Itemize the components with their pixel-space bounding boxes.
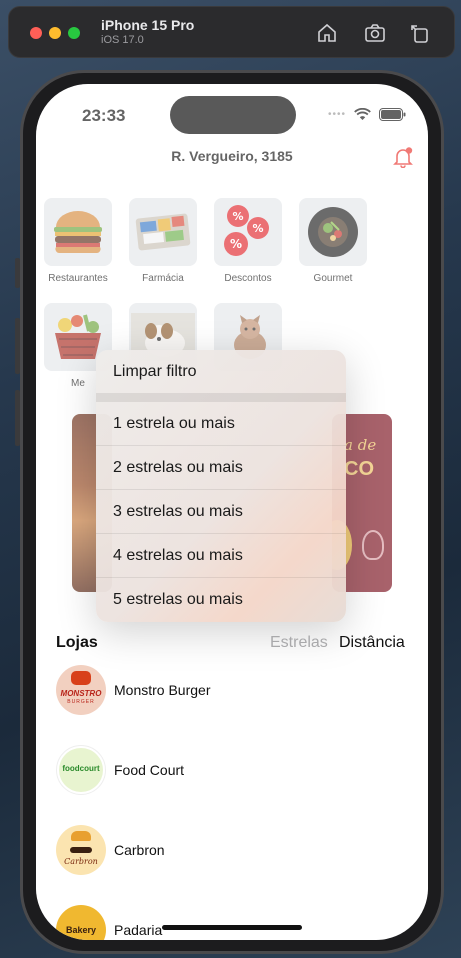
volume-up-button (15, 318, 20, 374)
home-indicator[interactable] (162, 925, 302, 930)
rotate-icon[interactable] (408, 21, 432, 45)
store-logo: Carbron (56, 825, 106, 875)
close-window-button[interactable] (30, 27, 42, 39)
monster-face-icon (71, 671, 91, 685)
stores-title: Lojas (56, 634, 98, 651)
store-name: Food Court (114, 762, 185, 778)
store-name: Padaria (114, 922, 163, 938)
action-button (15, 258, 20, 288)
store-row[interactable]: Carbron Carbron (56, 825, 165, 875)
logo-text: MONSTRO (60, 689, 102, 698)
home-icon[interactable] (315, 21, 339, 45)
sort-by-stars[interactable]: Estrelas (270, 634, 328, 652)
menu-separator (96, 394, 346, 402)
clear-filter-item[interactable]: Limpar filtro (96, 350, 346, 394)
store-name: Monstro Burger (114, 682, 211, 698)
logo-text: Carbron (64, 857, 98, 866)
sort-by-distance[interactable]: Distância (339, 634, 405, 652)
minimize-window-button[interactable] (49, 27, 61, 39)
simulator-toolbar: iPhone 15 Pro iOS 17.0 (8, 6, 455, 58)
screenshot-icon[interactable] (363, 21, 387, 45)
filter-5-stars[interactable]: 5 estrelas ou mais (96, 578, 346, 622)
store-row[interactable]: Bakery Padaria (56, 905, 162, 940)
filter-4-stars[interactable]: 4 estrelas ou mais (96, 534, 346, 578)
store-logo: MONSTRO BURGER (56, 665, 106, 715)
store-name: Carbron (114, 842, 165, 858)
store-logo: Bakery (56, 905, 106, 940)
device-name: iPhone 15 Pro (101, 17, 195, 33)
zoom-window-button[interactable] (68, 27, 80, 39)
filter-1-star[interactable]: 1 estrela ou mais (96, 402, 346, 446)
app-screen: 23:33 •••• R. Vergueiro, 3185 Restaurant… (36, 84, 428, 940)
store-logo: foodcourt (56, 745, 106, 795)
os-version: iOS 17.0 (101, 34, 144, 46)
filter-2-stars[interactable]: 2 estrelas ou mais (96, 446, 346, 490)
store-row[interactable]: foodcourt Food Court (56, 745, 184, 795)
logo-text: foodcourt (62, 764, 100, 773)
logo-subtext: BURGER (67, 699, 95, 705)
star-filter-menu: Limpar filtro 1 estrela ou mais 2 estrel… (96, 350, 346, 622)
filter-3-stars[interactable]: 3 estrelas ou mais (96, 490, 346, 534)
store-row[interactable]: MONSTRO BURGER Monstro Burger (56, 665, 210, 715)
logo-text: Bakery (65, 925, 97, 935)
mustache-icon (70, 847, 92, 853)
chef-hat-icon (71, 831, 91, 841)
volume-down-button (15, 390, 20, 446)
